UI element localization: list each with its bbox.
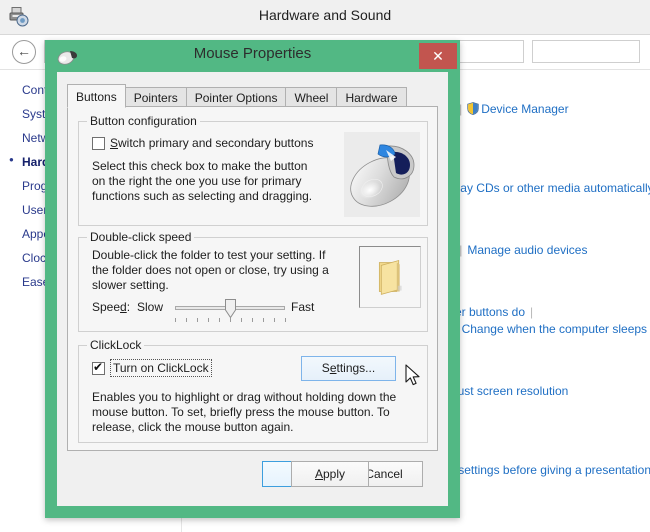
slider-tick xyxy=(197,318,198,322)
shield-icon xyxy=(467,102,479,115)
tab-strip: ButtonsPointersPointer OptionsWheelHardw… xyxy=(67,84,406,106)
slider-tick xyxy=(175,318,176,322)
clicklock-settings-button[interactable]: Settings... xyxy=(301,356,396,381)
clicklock-description: Enables you to highlight or drag without… xyxy=(92,390,412,435)
clicklock-label: Turn on ClickLock xyxy=(110,359,212,377)
group-title-button-configuration: Button configuration xyxy=(87,114,200,128)
slider-tick xyxy=(186,318,187,322)
switch-buttons-label: witch primary and secondary buttons xyxy=(118,136,313,150)
link-change-when-computer-sleeps[interactable]: Change when the computer sleeps xyxy=(462,322,647,336)
control-panel-titlebar: Hardware and Sound xyxy=(0,0,650,34)
slider-tick xyxy=(263,318,264,322)
double-click-test-area[interactable] xyxy=(359,246,421,308)
mouse-properties-dialog: Mouse Properties ✕ ButtonsPointersPointe… xyxy=(45,40,460,518)
slider-tick xyxy=(219,318,220,322)
group-button-configuration: Button configuration Switch primary and … xyxy=(78,121,428,226)
switch-buttons-label-accel: S xyxy=(110,136,118,150)
folder-icon xyxy=(360,247,420,307)
clicklock-checkbox[interactable] xyxy=(92,362,105,375)
apply-button-visible[interactable]: Apply xyxy=(291,461,369,487)
tab-buttons[interactable]: Buttons xyxy=(67,84,126,108)
settings-button-label-post: ttings... xyxy=(337,361,376,375)
control-panel-title: Hardware and Sound xyxy=(0,7,650,23)
tab-pointers[interactable]: Pointers xyxy=(125,87,187,108)
speed-label-post: : xyxy=(127,300,130,314)
speed-label: Speed: xyxy=(92,300,130,315)
double-click-description: Double-click the folder to test your set… xyxy=(92,248,332,293)
tab-panel-buttons: Button configuration Switch primary and … xyxy=(67,106,438,451)
slider-thumb-shape xyxy=(225,299,236,318)
close-icon[interactable]: ✕ xyxy=(419,43,457,69)
apply-button-accel: A xyxy=(315,467,323,481)
button-config-description: Select this check box to make the button… xyxy=(92,159,324,204)
dialog-titlebar[interactable]: Mouse Properties ✕ xyxy=(45,40,460,72)
slider-tick xyxy=(285,318,286,322)
slider-tick xyxy=(208,318,209,322)
tab-hardware[interactable]: Hardware xyxy=(336,87,406,108)
tab-pointer-options[interactable]: Pointer Options xyxy=(186,87,287,108)
fast-label: Fast xyxy=(291,300,314,315)
clicklock-checkbox-row[interactable]: Turn on ClickLock xyxy=(92,359,212,377)
tab-wheel[interactable]: Wheel xyxy=(285,87,337,108)
slider-tick xyxy=(241,318,242,322)
group-title-double-click-speed: Double-click speed xyxy=(87,230,194,244)
mouse-3d-image xyxy=(344,132,420,217)
slider-tick xyxy=(252,318,253,322)
switch-buttons-checkbox[interactable] xyxy=(92,137,105,150)
group-title-clicklock: ClickLock xyxy=(87,338,144,352)
group-clicklock: ClickLock Turn on ClickLock Settings... … xyxy=(78,345,428,443)
link-separator: | xyxy=(525,305,538,319)
apply-button-label: pply xyxy=(323,467,345,481)
dialog-title: Mouse Properties xyxy=(45,45,460,62)
speed-label-accel: d xyxy=(120,300,127,314)
slow-label: Slow xyxy=(137,300,163,315)
double-click-speed-slider-thumb[interactable] xyxy=(225,299,236,318)
link-device-manager[interactable]: Device Manager xyxy=(481,102,568,116)
slider-tick xyxy=(230,318,231,322)
back-arrow-icon[interactable]: ← xyxy=(12,40,36,64)
slider-ticks xyxy=(175,318,287,323)
switch-buttons-checkbox-row[interactable]: Switch primary and secondary buttons xyxy=(92,136,313,150)
speed-label-pre: Spee xyxy=(92,300,120,314)
mouse-3d-svg xyxy=(344,132,420,217)
search-input[interactable] xyxy=(532,40,640,63)
settings-button-label-pre: S xyxy=(322,361,330,375)
dialog-body: ButtonsPointersPointer OptionsWheelHardw… xyxy=(57,72,448,506)
group-double-click-speed: Double-click speed Double-click the fold… xyxy=(78,237,428,332)
screen: Hardware and Sound ← Control Panel Home … xyxy=(0,0,650,532)
slider-tick xyxy=(274,318,275,322)
link-manage-audio-devices[interactable]: Manage audio devices xyxy=(467,243,587,257)
link-play-cds[interactable]: Play CDs or other media automatically xyxy=(450,181,650,195)
settings-button-accel: e xyxy=(330,361,337,375)
